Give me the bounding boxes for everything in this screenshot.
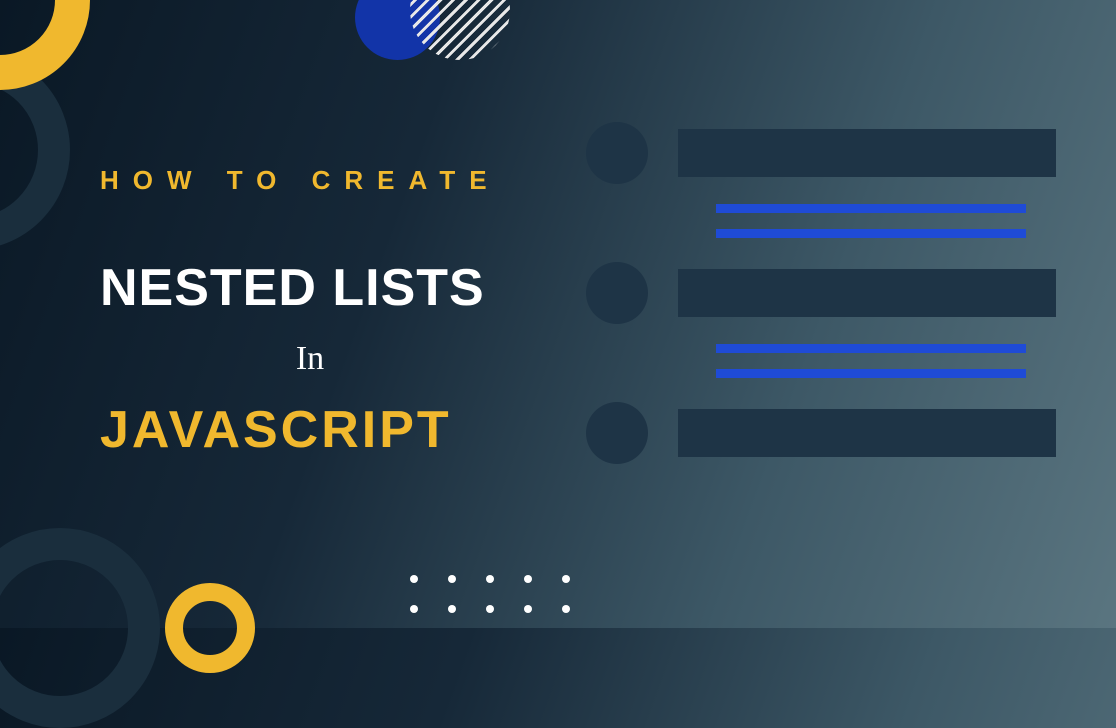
bullet-icon: [586, 122, 648, 184]
heading-line-3: In: [100, 340, 520, 378]
list-item: [586, 402, 1056, 464]
dot-icon: [448, 605, 456, 613]
nested-sublist: [716, 204, 1056, 238]
heading-line-2: NESTED LISTS: [100, 258, 540, 318]
list-item-bar: [678, 269, 1056, 317]
dot-icon: [524, 605, 532, 613]
dot-icon: [524, 575, 532, 583]
dot-icon: [448, 575, 456, 583]
decorative-ring-bottom: [0, 528, 160, 728]
decorative-ring-small: [165, 583, 255, 673]
list-item: [586, 262, 1056, 324]
dot-icon: [562, 605, 570, 613]
list-item-bar: [678, 129, 1056, 177]
heading-line-1: HOW TO CREATE: [100, 165, 540, 196]
list-item: [586, 122, 1056, 184]
decorative-striped-circle: [410, 0, 510, 60]
list-item-bar: [678, 409, 1056, 457]
subline: [716, 204, 1026, 213]
heading-line-4: JAVASCRIPT: [100, 400, 540, 460]
nested-sublist: [716, 344, 1056, 378]
subline: [716, 344, 1026, 353]
decorative-ring-yellow: [0, 0, 90, 90]
bullet-icon: [586, 402, 648, 464]
subline: [716, 229, 1026, 238]
nested-list-illustration: [586, 122, 1056, 484]
dot-icon: [486, 605, 494, 613]
dot-icon: [486, 575, 494, 583]
dot-icon: [410, 605, 418, 613]
dot-icon: [562, 575, 570, 583]
bullet-icon: [586, 262, 648, 324]
dot-icon: [410, 575, 418, 583]
subline: [716, 369, 1026, 378]
decorative-dots-grid: [410, 575, 570, 613]
